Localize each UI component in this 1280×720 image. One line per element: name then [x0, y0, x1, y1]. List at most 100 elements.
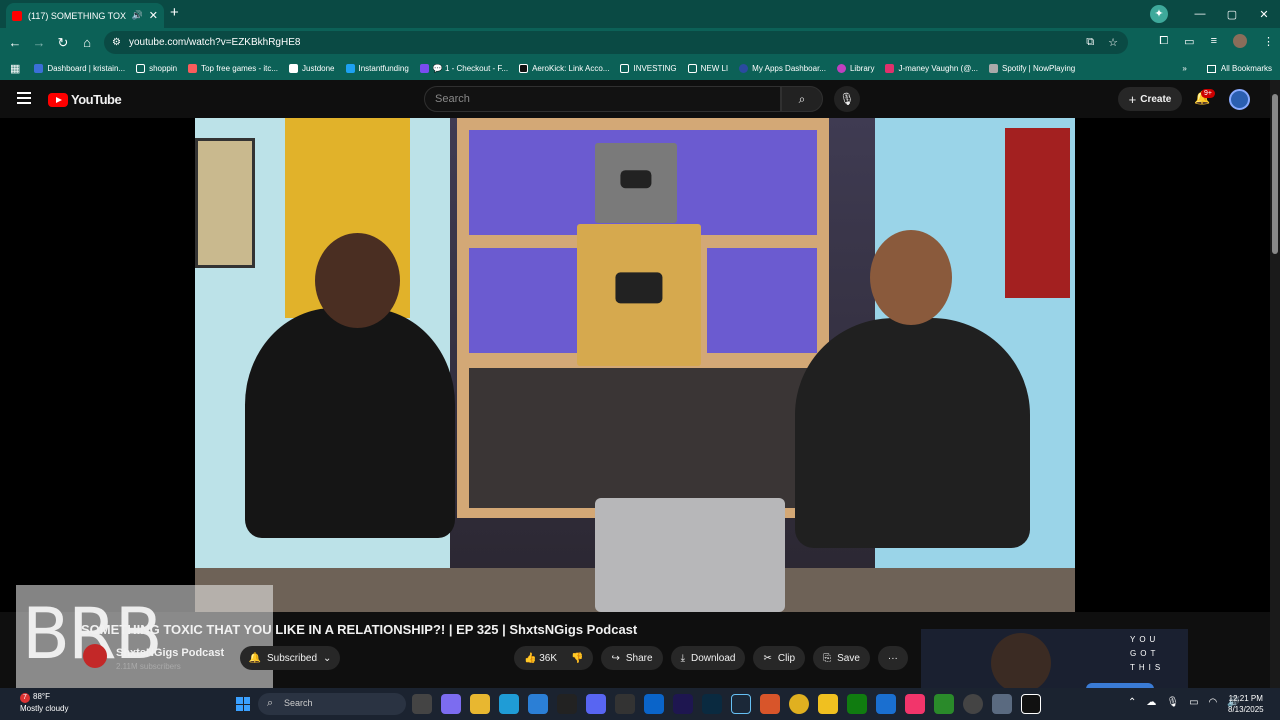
file-explorer-icon[interactable]: [470, 694, 490, 714]
app-icon[interactable]: [876, 694, 896, 714]
channel-name[interactable]: ShxtsNGigs Podcast: [116, 647, 224, 659]
all-bookmarks-button[interactable]: All Bookmarks: [1221, 64, 1272, 73]
search-icon[interactable]: ⌕: [781, 86, 823, 112]
forward-icon[interactable]: →: [27, 35, 51, 50]
home-icon[interactable]: ⌂: [75, 35, 99, 50]
settings-icon[interactable]: [992, 694, 1012, 714]
new-tab-button[interactable]: +: [170, 4, 179, 21]
media-controls-icon[interactable]: ≡: [1211, 35, 1217, 47]
share-button[interactable]: ↪ Share: [601, 646, 663, 670]
folder-icon: [687, 64, 697, 73]
outlook-icon[interactable]: [644, 694, 664, 714]
gemini-icon[interactable]: ✦: [1150, 5, 1168, 23]
subscriber-count: 2.11M subscribers: [116, 662, 181, 671]
video-frame[interactable]: [195, 118, 1075, 612]
back-icon[interactable]: ←: [3, 35, 27, 50]
lightroom-icon[interactable]: [702, 694, 722, 714]
speaker-icon[interactable]: 🔊: [132, 10, 143, 21]
like-button[interactable]: 👍 36K: [524, 653, 557, 664]
bookmark-folder[interactable]: INVESTING: [620, 64, 677, 73]
windows-start-icon[interactable]: [236, 697, 250, 711]
onedrive-icon[interactable]: ☁: [1146, 697, 1156, 708]
reload-icon[interactable]: ↻: [51, 35, 75, 51]
bookmark-item[interactable]: Spotify | NowPlaying: [989, 64, 1075, 73]
app-icon[interactable]: [615, 694, 635, 714]
maximize-button[interactable]: ▢: [1216, 8, 1248, 21]
menu-kebab-icon[interactable]: ⋮: [1263, 35, 1274, 48]
save-label: Save: [837, 652, 860, 664]
framed-poster: [195, 138, 255, 268]
bookmark-folder[interactable]: shoppin: [136, 64, 177, 73]
edge-icon[interactable]: [499, 694, 519, 714]
display-icon[interactable]: ▭: [1189, 697, 1198, 708]
more-bookmarks-icon[interactable]: »: [1182, 64, 1186, 73]
bookmark-item[interactable]: My Apps Dashboar...: [739, 64, 826, 73]
bookmark-item[interactable]: Dashboard | kristain...: [34, 64, 125, 73]
bookmark-item[interactable]: Instantfunding: [345, 64, 409, 73]
close-window-button[interactable]: ✕: [1248, 8, 1280, 21]
wifi-icon[interactable]: ◠: [1209, 697, 1218, 708]
rockstar-icon[interactable]: [818, 694, 838, 714]
steam-icon[interactable]: [731, 694, 751, 714]
apps-grid-icon[interactable]: ▦: [10, 62, 20, 75]
search-input[interactable]: Search: [424, 86, 781, 112]
discord-icon[interactable]: [586, 694, 606, 714]
address-bar[interactable]: ⚙ youtube.com/watch?v=EZKBkhRgHE8 ⧉ ☆: [104, 31, 1128, 54]
bookmark-item[interactable]: Justdone: [289, 64, 335, 73]
page-scrollbar[interactable]: [1270, 80, 1280, 688]
like-dislike-group: 👍 36K 👎: [514, 646, 594, 670]
itunes-icon[interactable]: [905, 694, 925, 714]
browser-tab[interactable]: (117) SOMETHING TOXIC TH 🔊 ✕: [6, 3, 164, 28]
app-icon[interactable]: [1021, 694, 1041, 714]
microphone-icon[interactable]: 🎙: [834, 86, 860, 112]
cast-icon[interactable]: ▭: [1184, 35, 1194, 48]
install-icon[interactable]: ⧉: [1086, 36, 1094, 49]
channel-avatar[interactable]: [83, 644, 107, 668]
copilot-icon[interactable]: [441, 694, 461, 714]
profile-avatar[interactable]: [1233, 34, 1247, 48]
clip-button[interactable]: ✂ Clip: [753, 646, 806, 670]
xbox-icon[interactable]: [847, 694, 867, 714]
tray-chevron-icon[interactable]: ⌃: [1128, 697, 1136, 708]
scrollbar-thumb[interactable]: [1272, 94, 1278, 254]
more-actions-button[interactable]: ···: [877, 646, 908, 670]
bookmark-item[interactable]: AeroKick: Link Acco...: [519, 64, 609, 73]
clock[interactable]: 12:21 PM 8/13/2025: [1228, 693, 1264, 715]
save-button[interactable]: ⎘ Save: [813, 646, 870, 670]
taskbar-search-input[interactable]: ⌕ Search: [258, 693, 406, 715]
taskbar-search-placeholder: Search: [284, 698, 313, 708]
bookmark-item[interactable]: 💬 1 - Checkout - F...: [419, 64, 508, 73]
premiere-icon[interactable]: [673, 694, 693, 714]
dislike-button[interactable]: 👎: [571, 653, 583, 664]
tab-close-icon[interactable]: ✕: [149, 9, 158, 22]
chrome-icon[interactable]: [789, 694, 809, 714]
bookmark-star-icon[interactable]: ☆: [1108, 36, 1118, 49]
bookmark-item[interactable]: Library: [836, 64, 874, 73]
user-avatar[interactable]: [1229, 89, 1250, 110]
epic-games-icon[interactable]: [557, 694, 577, 714]
extensions-icon[interactable]: ⧠: [1159, 35, 1168, 48]
bookmark-item[interactable]: J-maney Vaughn (@...: [885, 64, 978, 73]
youtube-logo[interactable]: YouTube: [48, 92, 122, 107]
video-player[interactable]: [0, 118, 1270, 612]
hamburger-menu-icon[interactable]: [17, 92, 31, 107]
app-icon[interactable]: [760, 694, 780, 714]
store-icon[interactable]: [528, 694, 548, 714]
bookmark-folder[interactable]: NEW LI: [687, 64, 728, 73]
subscribed-label: Subscribed: [267, 652, 318, 664]
weather-widget[interactable]: 7 88°F Mostly cloudy: [20, 691, 68, 714]
subscribed-button[interactable]: 🔔 Subscribed ⌄: [240, 646, 340, 670]
bookmark-item[interactable]: Top free games - itc...: [188, 64, 278, 73]
task-view-icon[interactable]: [412, 694, 432, 714]
shelf-cubby: [469, 368, 817, 508]
app-icon[interactable]: [963, 694, 983, 714]
create-button[interactable]: + Create: [1118, 87, 1182, 111]
youtube-favicon-icon: [12, 10, 22, 21]
minimize-button[interactable]: —: [1184, 8, 1216, 20]
video-actions: 👍 36K 👎 ↪ Share ⤓ Download ✂ Clip ⎘ Save…: [514, 646, 908, 670]
download-button[interactable]: ⤓ Download: [670, 646, 746, 670]
ad-banner[interactable]: YOU GOT THIS: [921, 629, 1188, 689]
app-icon[interactable]: [934, 694, 954, 714]
mic-tray-icon[interactable]: 🎙: [1166, 697, 1179, 708]
site-info-icon[interactable]: ⚙: [112, 37, 121, 48]
